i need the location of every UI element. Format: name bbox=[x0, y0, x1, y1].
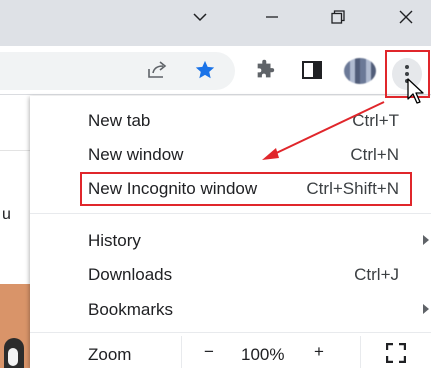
chrome-main-menu: New tab Ctrl+T New window Ctrl+N New Inc… bbox=[30, 96, 431, 368]
page-divider bbox=[0, 150, 30, 151]
bookmark-star-icon bbox=[195, 60, 215, 79]
zoom-out-button[interactable]: − bbox=[204, 342, 214, 362]
highlight-box bbox=[80, 172, 412, 206]
share-button[interactable] bbox=[143, 56, 171, 84]
menu-separator bbox=[30, 332, 431, 333]
menu-item-label: New tab bbox=[88, 111, 151, 130]
bookmark-button[interactable] bbox=[191, 56, 219, 84]
page-text: u bbox=[2, 206, 11, 223]
menu-item-label: Bookmarks bbox=[88, 300, 174, 319]
menu-item-downloads[interactable]: Downloads Ctrl+J bbox=[30, 257, 431, 291]
fullscreen-button[interactable] bbox=[360, 336, 431, 368]
zoom-label: Zoom bbox=[88, 345, 132, 364]
minimize-button[interactable] bbox=[242, 0, 302, 34]
title-bar bbox=[0, 0, 431, 46]
menu-item-new-tab[interactable]: New tab Ctrl+T bbox=[30, 103, 431, 137]
chevron-down-icon bbox=[193, 13, 207, 22]
tab-search-button[interactable] bbox=[170, 0, 230, 34]
mouse-cursor-icon bbox=[407, 78, 424, 104]
page-image-figure bbox=[4, 338, 24, 368]
toolbar bbox=[0, 46, 431, 95]
close-window-button[interactable] bbox=[376, 0, 431, 34]
extensions-puzzle-icon bbox=[257, 59, 275, 78]
menu-item-label: Downloads bbox=[88, 265, 173, 284]
menu-item-new-window[interactable]: New window Ctrl+N bbox=[30, 137, 431, 171]
menu-item-label: New window bbox=[88, 145, 184, 164]
minimize-icon bbox=[266, 16, 278, 18]
side-panel-button[interactable] bbox=[298, 56, 326, 84]
side-panel-icon bbox=[302, 61, 322, 79]
menu-item-label: History bbox=[88, 231, 141, 250]
menu-item-history[interactable]: History bbox=[30, 223, 431, 257]
zoom-control: Zoom − + 100% bbox=[30, 336, 431, 368]
extensions-button[interactable] bbox=[251, 56, 279, 84]
menu-item-shortcut: Ctrl+T bbox=[352, 111, 399, 130]
menu-item-shortcut: Ctrl+N bbox=[350, 145, 399, 164]
fullscreen-icon bbox=[386, 343, 406, 363]
submenu-arrow-icon bbox=[423, 235, 429, 245]
menu-item-bookmarks[interactable]: Bookmarks bbox=[30, 292, 431, 326]
zoom-value: 100% bbox=[241, 345, 285, 364]
restore-button[interactable] bbox=[308, 0, 368, 34]
menu-item-shortcut: Ctrl+J bbox=[354, 265, 399, 284]
restore-icon bbox=[331, 10, 345, 24]
zoom-in-button[interactable]: + bbox=[314, 342, 324, 362]
share-icon bbox=[148, 61, 167, 78]
menu-separator bbox=[30, 213, 431, 214]
close-icon bbox=[399, 10, 413, 24]
submenu-arrow-icon bbox=[423, 304, 429, 314]
profile-avatar[interactable] bbox=[344, 58, 376, 84]
